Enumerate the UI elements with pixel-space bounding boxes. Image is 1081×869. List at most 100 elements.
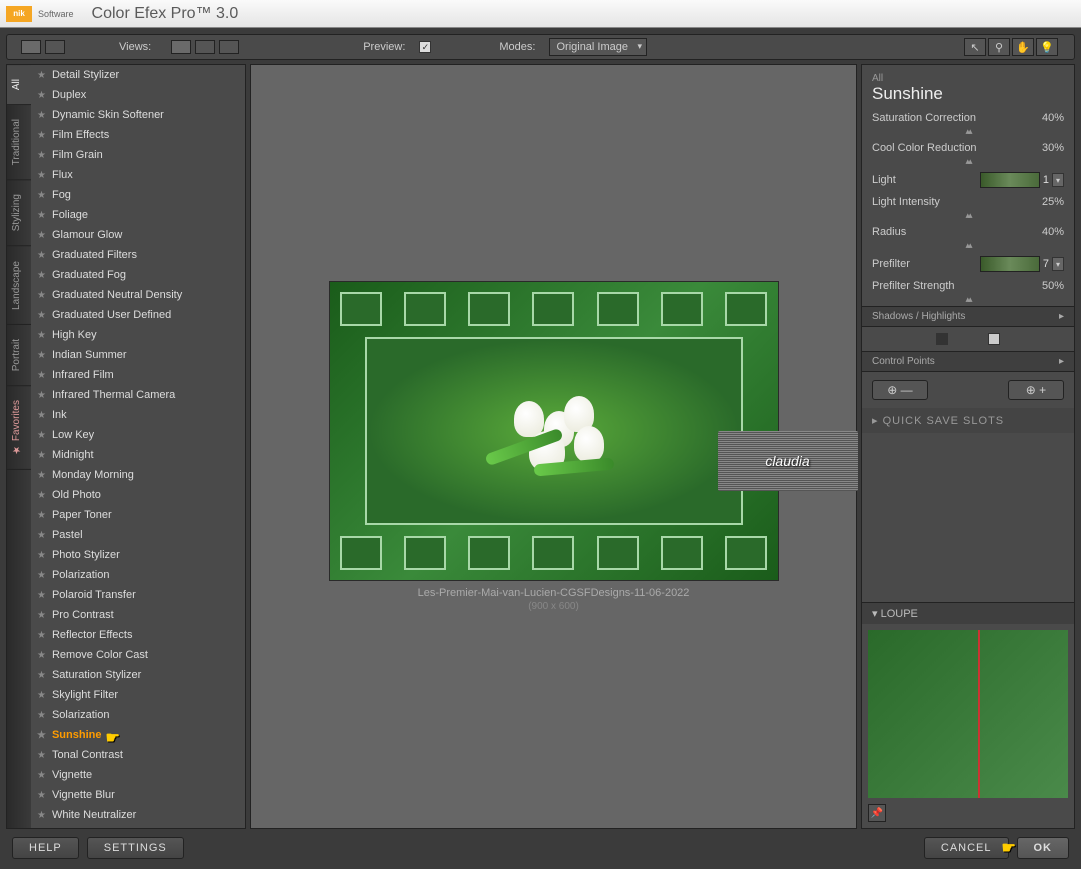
favorite-star-icon[interactable]: ★ [37,130,46,141]
favorite-star-icon[interactable]: ★ [37,150,46,161]
favorite-star-icon[interactable]: ★ [37,550,46,561]
loupe-pin-button[interactable]: 📌 [868,804,886,822]
favorite-star-icon[interactable]: ★ [37,170,46,181]
favorite-star-icon[interactable]: ★ [37,250,46,261]
filter-item[interactable]: ★Glamour Glow [31,225,245,245]
filter-item[interactable]: ★Graduated Fog [31,265,245,285]
favorite-star-icon[interactable]: ★ [37,330,46,341]
favorite-star-icon[interactable]: ★ [37,490,46,501]
category-tab-stylizing[interactable]: Stylizing [7,180,31,246]
favorite-star-icon[interactable]: ★ [37,450,46,461]
category-tab-landscape[interactable]: Landscape [7,247,31,325]
filter-item[interactable]: ★Film Effects [31,125,245,145]
filter-item[interactable]: ★Reflector Effects [31,625,245,645]
quick-save-slots-header[interactable]: QUICK SAVE SLOTS [862,408,1074,433]
filter-item[interactable]: ★Infrared Film [31,365,245,385]
loupe-view[interactable] [868,630,1068,799]
filter-item[interactable]: ★Skylight Filter [31,685,245,705]
filter-item[interactable]: ★Infrared Thermal Camera [31,385,245,405]
filter-item[interactable]: ★Solarization [31,705,245,725]
favorite-star-icon[interactable]: ★ [37,230,46,241]
favorite-star-icon[interactable]: ★ [37,730,46,741]
zoom-tool-icon[interactable]: ⚲ [988,38,1010,56]
prefilter-preset-thumb[interactable] [980,256,1040,272]
filter-item[interactable]: ★Vignette [31,765,245,785]
favorite-star-icon[interactable]: ★ [37,610,46,621]
filter-item[interactable]: ★Foliage [31,205,245,225]
filter-item[interactable]: ★Midnight [31,445,245,465]
filter-item[interactable]: ★Film Grain [31,145,245,165]
filter-item[interactable]: ★Dynamic Skin Softener [31,105,245,125]
modes-select[interactable]: Original Image [549,38,647,56]
filter-item[interactable]: ★Duplex [31,85,245,105]
favorite-star-icon[interactable]: ★ [37,650,46,661]
filter-item[interactable]: ★Paper Toner [31,505,245,525]
help-button[interactable]: HELP [12,837,79,859]
view-mode-split-icon[interactable] [45,40,65,54]
filter-item[interactable]: ★Low Key [31,425,245,445]
cool-color-reduction-slider[interactable] [872,156,1064,166]
favorite-star-icon[interactable]: ★ [37,390,46,401]
filter-item[interactable]: ★Tonal Contrast [31,745,245,765]
favorite-star-icon[interactable]: ★ [37,370,46,381]
shadows-checkbox[interactable] [936,333,948,345]
favorite-star-icon[interactable]: ★ [37,570,46,581]
filter-item[interactable]: ★Saturation Stylizer [31,665,245,685]
favorite-star-icon[interactable]: ★ [37,350,46,361]
prefilter-preset-stepper[interactable]: ▾ [1052,257,1064,271]
favorite-star-icon[interactable]: ★ [37,310,46,321]
favorite-star-icon[interactable]: ★ [37,190,46,201]
favorite-star-icon[interactable]: ★ [37,810,46,821]
favorite-star-icon[interactable]: ★ [37,710,46,721]
category-tab-favorites[interactable]: ★ Favorites [7,386,31,470]
filter-item[interactable]: ★Detail Stylizer [31,65,245,85]
filter-item[interactable]: ★Graduated User Defined [31,305,245,325]
favorite-star-icon[interactable]: ★ [37,630,46,641]
favorite-star-icon[interactable]: ★ [37,70,46,81]
layout-2-icon[interactable] [195,40,215,54]
filter-item[interactable]: ★Graduated Neutral Density [31,285,245,305]
highlights-checkbox[interactable] [988,333,1000,345]
layout-1-icon[interactable] [171,40,191,54]
preview-checkbox[interactable]: ✓ [419,41,431,53]
favorite-star-icon[interactable]: ★ [37,110,46,121]
filter-item[interactable]: ★Photo Stylizer [31,545,245,565]
control-points-header[interactable]: Control Points▸ [862,351,1074,372]
favorite-star-icon[interactable]: ★ [37,90,46,101]
loupe-header[interactable]: LOUPE [862,602,1074,624]
category-tab-all[interactable]: All [7,65,31,105]
filter-item[interactable]: ★Polaroid Transfer [31,585,245,605]
light-preset-thumb[interactable] [980,172,1040,188]
filter-item[interactable]: ★Graduated Filters [31,245,245,265]
favorite-star-icon[interactable]: ★ [37,790,46,801]
filter-item[interactable]: ★Old Photo [31,485,245,505]
filter-item[interactable]: ★High Key [31,325,245,345]
favorite-star-icon[interactable]: ★ [37,430,46,441]
favorite-star-icon[interactable]: ★ [37,410,46,421]
filter-item[interactable]: ★Pastel [31,525,245,545]
filter-list[interactable]: ★Detail Stylizer★Duplex★Dynamic Skin Sof… [31,65,245,828]
favorite-star-icon[interactable]: ★ [37,290,46,301]
radius-slider[interactable] [872,240,1064,250]
category-tab-portrait[interactable]: Portrait [7,325,31,386]
pan-tool-icon[interactable]: ✋ [1012,38,1034,56]
add-control-point-button[interactable]: ⊕ — [872,380,928,400]
category-tab-traditional[interactable]: Traditional [7,105,31,180]
favorite-star-icon[interactable]: ★ [37,690,46,701]
favorite-star-icon[interactable]: ★ [37,670,46,681]
settings-button[interactable]: SETTINGS [87,837,184,859]
favorite-star-icon[interactable]: ★ [37,210,46,221]
prefilter-strength-slider[interactable] [872,294,1064,304]
favorite-star-icon[interactable]: ★ [37,270,46,281]
arrow-tool-icon[interactable]: ↖ [964,38,986,56]
layout-3-icon[interactable] [219,40,239,54]
filter-item[interactable]: ★Flux [31,165,245,185]
filter-item[interactable]: ★Indian Summer [31,345,245,365]
view-mode-single-icon[interactable] [21,40,41,54]
light-intensity-slider[interactable] [872,210,1064,220]
cancel-button[interactable]: CANCEL [924,837,1009,859]
favorite-star-icon[interactable]: ★ [37,770,46,781]
ok-button[interactable]: OK [1017,837,1070,859]
filter-item[interactable]: ★White Neutralizer [31,805,245,825]
favorite-star-icon[interactable]: ★ [37,750,46,761]
